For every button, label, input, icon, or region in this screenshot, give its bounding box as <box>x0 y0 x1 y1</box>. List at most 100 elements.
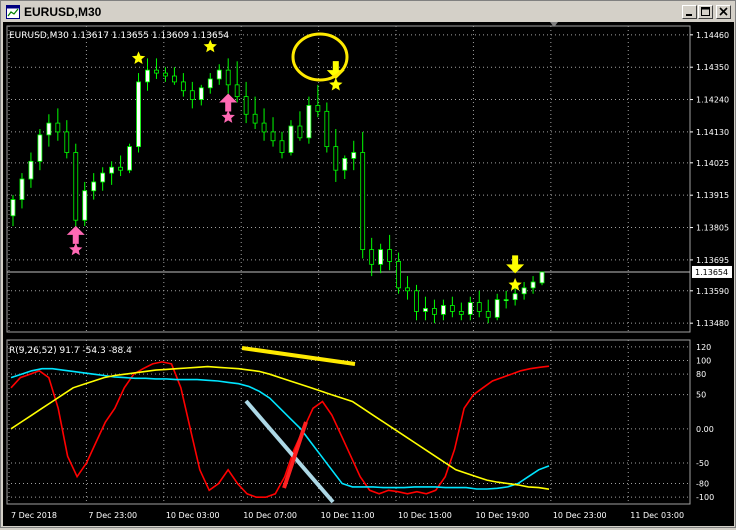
price-tick-label: 1.14130 <box>696 128 729 137</box>
price-tick-label: 1.13805 <box>696 224 729 233</box>
candle-body <box>494 299 500 318</box>
chart-app-icon <box>6 5 20 19</box>
candle-body <box>216 69 222 80</box>
candle-body <box>449 305 455 312</box>
candle-body <box>306 105 312 139</box>
close-icon <box>719 7 728 16</box>
time-label: 10 Dec 19:00 <box>475 511 529 520</box>
candle-body <box>270 131 276 142</box>
chart-window: EURUSD,M30 7 Dec 2018 7 Dec 23:00 10 Dec 0… <box>0 0 736 528</box>
candle-body <box>37 134 43 162</box>
candle-body <box>476 302 482 312</box>
time-label: 10 Dec 11:00 <box>321 511 375 520</box>
candle-body <box>234 84 240 98</box>
candle-body <box>467 302 473 315</box>
indicator-label: R(9,26,52) 91.7 -54.3 -88.4 <box>9 346 132 356</box>
candle-body <box>73 152 79 221</box>
window-title: EURUSD,M30 <box>24 5 102 19</box>
candle-body <box>440 305 446 315</box>
candle-body <box>279 140 285 153</box>
current-price-label: 1.13654 <box>695 268 728 277</box>
candle-body <box>207 78 213 89</box>
candle-body <box>189 90 195 100</box>
time-label: 10 Dec 15:00 <box>398 511 452 520</box>
candle-body <box>171 75 177 83</box>
candle-body <box>521 287 527 295</box>
time-label: 10 Dec 03:00 <box>166 511 220 520</box>
candle-body <box>19 178 25 200</box>
candle-body <box>127 146 132 171</box>
time-label: 11 Dec 03:00 <box>630 511 684 520</box>
price-tick-label: 1.13915 <box>696 191 729 200</box>
minimize-button[interactable] <box>682 5 697 19</box>
price-tick-label: 1.13695 <box>696 256 729 265</box>
candle-body <box>378 249 384 265</box>
candle-body <box>324 110 330 148</box>
time-label: 10 Dec 07:00 <box>243 511 297 520</box>
candle-body <box>145 69 150 83</box>
candle-body <box>387 249 393 262</box>
candle-body <box>118 166 123 171</box>
candle-body <box>485 311 491 318</box>
candle-body <box>539 271 545 284</box>
candle-body <box>405 287 410 292</box>
candle-body <box>28 160 34 180</box>
candle-body <box>423 308 428 312</box>
candle-body <box>91 181 97 192</box>
indicator-tick-label: -80 <box>696 480 709 489</box>
maximize-icon <box>701 7 710 16</box>
candle-body <box>360 152 366 251</box>
candle-body <box>288 125 294 153</box>
candle-body <box>458 311 464 315</box>
candle-body <box>396 260 401 289</box>
indicator-tick-label: 80 <box>696 370 706 379</box>
title-bar[interactable]: EURUSD,M30 <box>2 2 734 22</box>
candle-body <box>100 172 106 183</box>
chart-background <box>3 22 734 526</box>
candle-body <box>109 166 115 174</box>
candle-body <box>261 122 267 133</box>
candle-body <box>46 122 52 136</box>
candle-body <box>64 131 70 153</box>
candle-body <box>333 146 339 171</box>
candle-body <box>180 81 186 92</box>
indicator-tick-label: -100 <box>696 493 714 502</box>
candle-body <box>163 72 168 77</box>
time-label: 7 Dec 2018 <box>11 511 57 520</box>
candle-body <box>10 199 16 217</box>
candle-body <box>136 81 141 148</box>
price-tick-label: 1.14240 <box>696 96 729 105</box>
maximize-button[interactable] <box>698 5 713 19</box>
candle-body <box>512 293 518 301</box>
candle-body <box>369 249 375 265</box>
candle-body <box>342 158 348 171</box>
price-tick-label: 1.14350 <box>696 63 729 72</box>
time-label: 10 Dec 23:00 <box>553 511 607 520</box>
indicator-tick-label: -50 <box>696 459 709 468</box>
indicator-tick-label: 100 <box>696 357 711 366</box>
price-tick-label: 1.14025 <box>696 159 729 168</box>
candle-body <box>82 190 88 221</box>
candle-body <box>432 308 437 315</box>
indicator-tick-label: 0.00 <box>696 425 714 434</box>
candle-body <box>503 299 509 302</box>
chart-header: EURUSD,M30 1.13617 1.13655 1.13609 1.136… <box>9 31 229 41</box>
candle-body <box>351 152 357 159</box>
candle-body <box>154 69 159 74</box>
time-label: 7 Dec 23:00 <box>88 511 137 520</box>
candle-body <box>530 281 536 289</box>
candle-body <box>225 69 231 86</box>
candle-body <box>198 87 204 100</box>
chart-area[interactable]: 7 Dec 2018 7 Dec 23:00 10 Dec 03:00 10 Dec … <box>3 22 734 526</box>
price-tick-label: 1.14460 <box>696 31 729 40</box>
candle-body <box>243 96 249 115</box>
candle-body <box>414 290 419 312</box>
close-button[interactable] <box>716 5 731 19</box>
candle-body <box>252 113 258 124</box>
price-chart[interactable]: 7 Dec 2018 7 Dec 23:00 10 Dec 03:00 10 Dec … <box>3 22 734 526</box>
candle-body <box>315 105 321 112</box>
price-tick-label: 1.13590 <box>696 287 729 296</box>
minimize-icon <box>686 14 692 16</box>
indicator-tick-label: 120 <box>696 343 711 352</box>
indicator-tick-label: 50 <box>696 391 706 400</box>
